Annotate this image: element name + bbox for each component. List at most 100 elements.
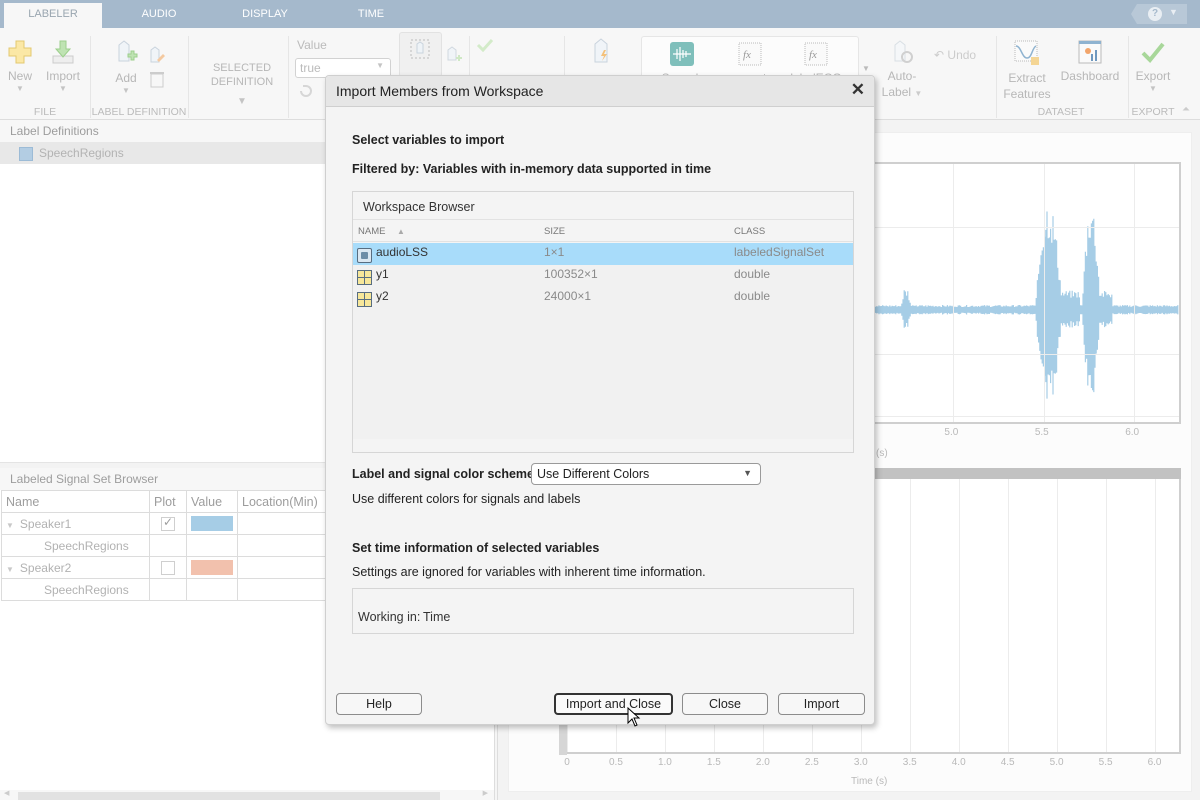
workspace-variable-list: audioLSS 1×1 labeledSignalSet y1 100352×…	[353, 243, 853, 439]
label-definition-item[interactable]: SpeechRegions	[0, 142, 330, 164]
function-fx-icon: fx	[738, 42, 762, 66]
column-header-plot[interactable]: Plot	[149, 490, 187, 513]
column-header-name[interactable]: NAME	[358, 226, 385, 237]
sort-ascending-icon[interactable]: ▲	[397, 227, 405, 236]
import-members-dialog: Import Members from Workspace ✕ Select v…	[325, 75, 875, 725]
plus-icon	[8, 40, 32, 64]
label-name: SpeechRegions	[44, 538, 129, 553]
svg-text:fx: fx	[743, 49, 751, 61]
label-definitions-title: Label Definitions	[0, 120, 330, 142]
expand-triangle-icon[interactable]: ▼	[6, 521, 14, 530]
scroll-right-icon[interactable]: ▶	[483, 789, 488, 797]
undo-label: Undo	[947, 48, 977, 62]
x-tick-label: 0	[564, 757, 570, 768]
dashboard-button[interactable]: Dashboard	[1058, 40, 1122, 84]
variable-row[interactable]: y2 24000×1 double	[353, 287, 853, 309]
auto-tag-icon[interactable]	[591, 38, 613, 64]
x-tick-label: 5.5	[1034, 427, 1049, 438]
table-row[interactable]: ▼ Speaker1 ✓	[1, 512, 338, 535]
table-row[interactable]: SpeechRegions	[1, 578, 338, 601]
tab-labeler[interactable]: LABELER	[4, 3, 102, 28]
add-attribute-icon[interactable]	[445, 46, 463, 64]
extract-features-button[interactable]: Extract Features	[1002, 40, 1052, 102]
speech-waveform-icon	[670, 42, 694, 66]
auto-label-button[interactable]: Auto- Label ▼	[880, 40, 924, 102]
help-button[interactable]: ? ▼	[1131, 4, 1187, 24]
scrollbar-thumb[interactable]	[18, 792, 440, 800]
divider	[188, 36, 189, 118]
variable-size: 100352×1	[544, 267, 598, 281]
plot-checkbox[interactable]	[161, 560, 175, 575]
column-header-location[interactable]: Location(Min)	[237, 490, 338, 513]
gridline	[1007, 479, 1009, 752]
toolstrip-tab-bar: LABELER AUDIO DISPLAY TIME ? ▼	[0, 0, 1200, 28]
working-in-value: Time	[423, 610, 451, 624]
undo-button[interactable]: ↶ Undo	[934, 48, 976, 62]
help-button[interactable]: Help	[336, 693, 422, 715]
tab-audio[interactable]: AUDIO	[110, 3, 208, 28]
column-header-name[interactable]: Name	[1, 490, 150, 513]
import-icon	[52, 40, 74, 64]
extract-label-line1: Extract	[1008, 71, 1046, 85]
dashboard-icon	[1078, 40, 1102, 64]
member-name: Speaker1	[19, 516, 72, 531]
scroll-left-icon[interactable]: ◀	[4, 789, 9, 797]
selected-definition-line2: DEFINITION	[210, 76, 274, 88]
tag-region-icon	[410, 39, 430, 59]
chevron-down-icon: ▼	[743, 468, 752, 478]
table-row[interactable]: ▼ Speaker2	[1, 556, 338, 579]
collapse-toolstrip-icon[interactable]: ⏶	[1182, 104, 1190, 115]
auto-label-line2: Label	[881, 85, 912, 99]
section-export: EXPORT	[1131, 106, 1175, 118]
close-button[interactable]: Close	[682, 693, 768, 715]
column-header-size[interactable]: SIZE	[544, 226, 565, 237]
expand-triangle-icon[interactable]: ▼	[6, 565, 14, 574]
undo-icon: ↶	[934, 48, 945, 62]
value-selected: true	[300, 61, 321, 75]
export-label: Export	[1135, 69, 1171, 83]
add-tag-icon	[118, 40, 138, 62]
working-in-label: Working in:	[358, 610, 421, 624]
time-info-heading: Set time information of selected variabl…	[352, 541, 600, 555]
top-xlabel: (s)	[876, 448, 888, 459]
signal-color-swatch[interactable]	[191, 516, 233, 532]
horizontal-scrollbar[interactable]: ◀ ▶	[0, 790, 494, 800]
label-definition-name: SpeechRegions	[39, 146, 124, 160]
chevron-down-icon: ▼	[1149, 84, 1157, 93]
table-row[interactable]: SpeechRegions	[1, 534, 338, 557]
close-icon[interactable]: ✕	[851, 80, 865, 100]
variable-class: double	[734, 267, 771, 281]
accept-check-icon[interactable]	[476, 38, 494, 52]
x-tick-label: 5.0	[944, 427, 959, 438]
variable-name: audioLSS	[376, 245, 429, 259]
variable-row[interactable]: audioLSS 1×1 labeledSignalSet	[353, 243, 853, 265]
import-button[interactable]: Import ▼	[44, 40, 82, 94]
edit-tag-icon[interactable]	[148, 46, 166, 64]
extract-features-icon	[1014, 40, 1039, 65]
color-scheme-dropdown[interactable]: Use Different Colors ▼	[531, 463, 761, 485]
tab-display[interactable]: DISPLAY	[216, 3, 314, 28]
column-header-value[interactable]: Value	[186, 490, 238, 513]
column-header-class[interactable]: CLASS	[734, 226, 765, 237]
lss-table: Name Plot Value Location(Min) ▼ Speaker1 …	[1, 490, 338, 601]
time-info-description: Settings are ignored for variables with …	[352, 565, 706, 579]
section-file: FILE	[33, 106, 57, 118]
import-button[interactable]: Import	[778, 693, 865, 715]
label-region-button[interactable]	[399, 32, 442, 77]
axes-edge	[559, 723, 567, 755]
x-tick-label: 0.5	[609, 757, 623, 768]
export-button[interactable]: Export ▼	[1132, 40, 1174, 94]
delete-icon[interactable]	[149, 70, 165, 88]
variable-row[interactable]: y1 100352×1 double	[353, 265, 853, 287]
import-and-close-button[interactable]: Import and Close	[554, 693, 673, 715]
selected-definition-button[interactable]: SELECTED DEFINITION ▼	[196, 61, 288, 109]
add-label-definition-button[interactable]: Add ▼	[112, 40, 140, 96]
plot-checkbox[interactable]: ✓	[161, 515, 175, 531]
signal-color-swatch[interactable]	[191, 560, 233, 576]
gallery-expand-icon[interactable]: ▼	[862, 64, 870, 73]
tab-time[interactable]: TIME	[322, 3, 420, 28]
new-button[interactable]: New ▼	[6, 40, 34, 94]
mouse-cursor-icon	[627, 707, 641, 727]
redo-icon[interactable]	[298, 83, 314, 99]
variable-class: double	[734, 289, 771, 303]
